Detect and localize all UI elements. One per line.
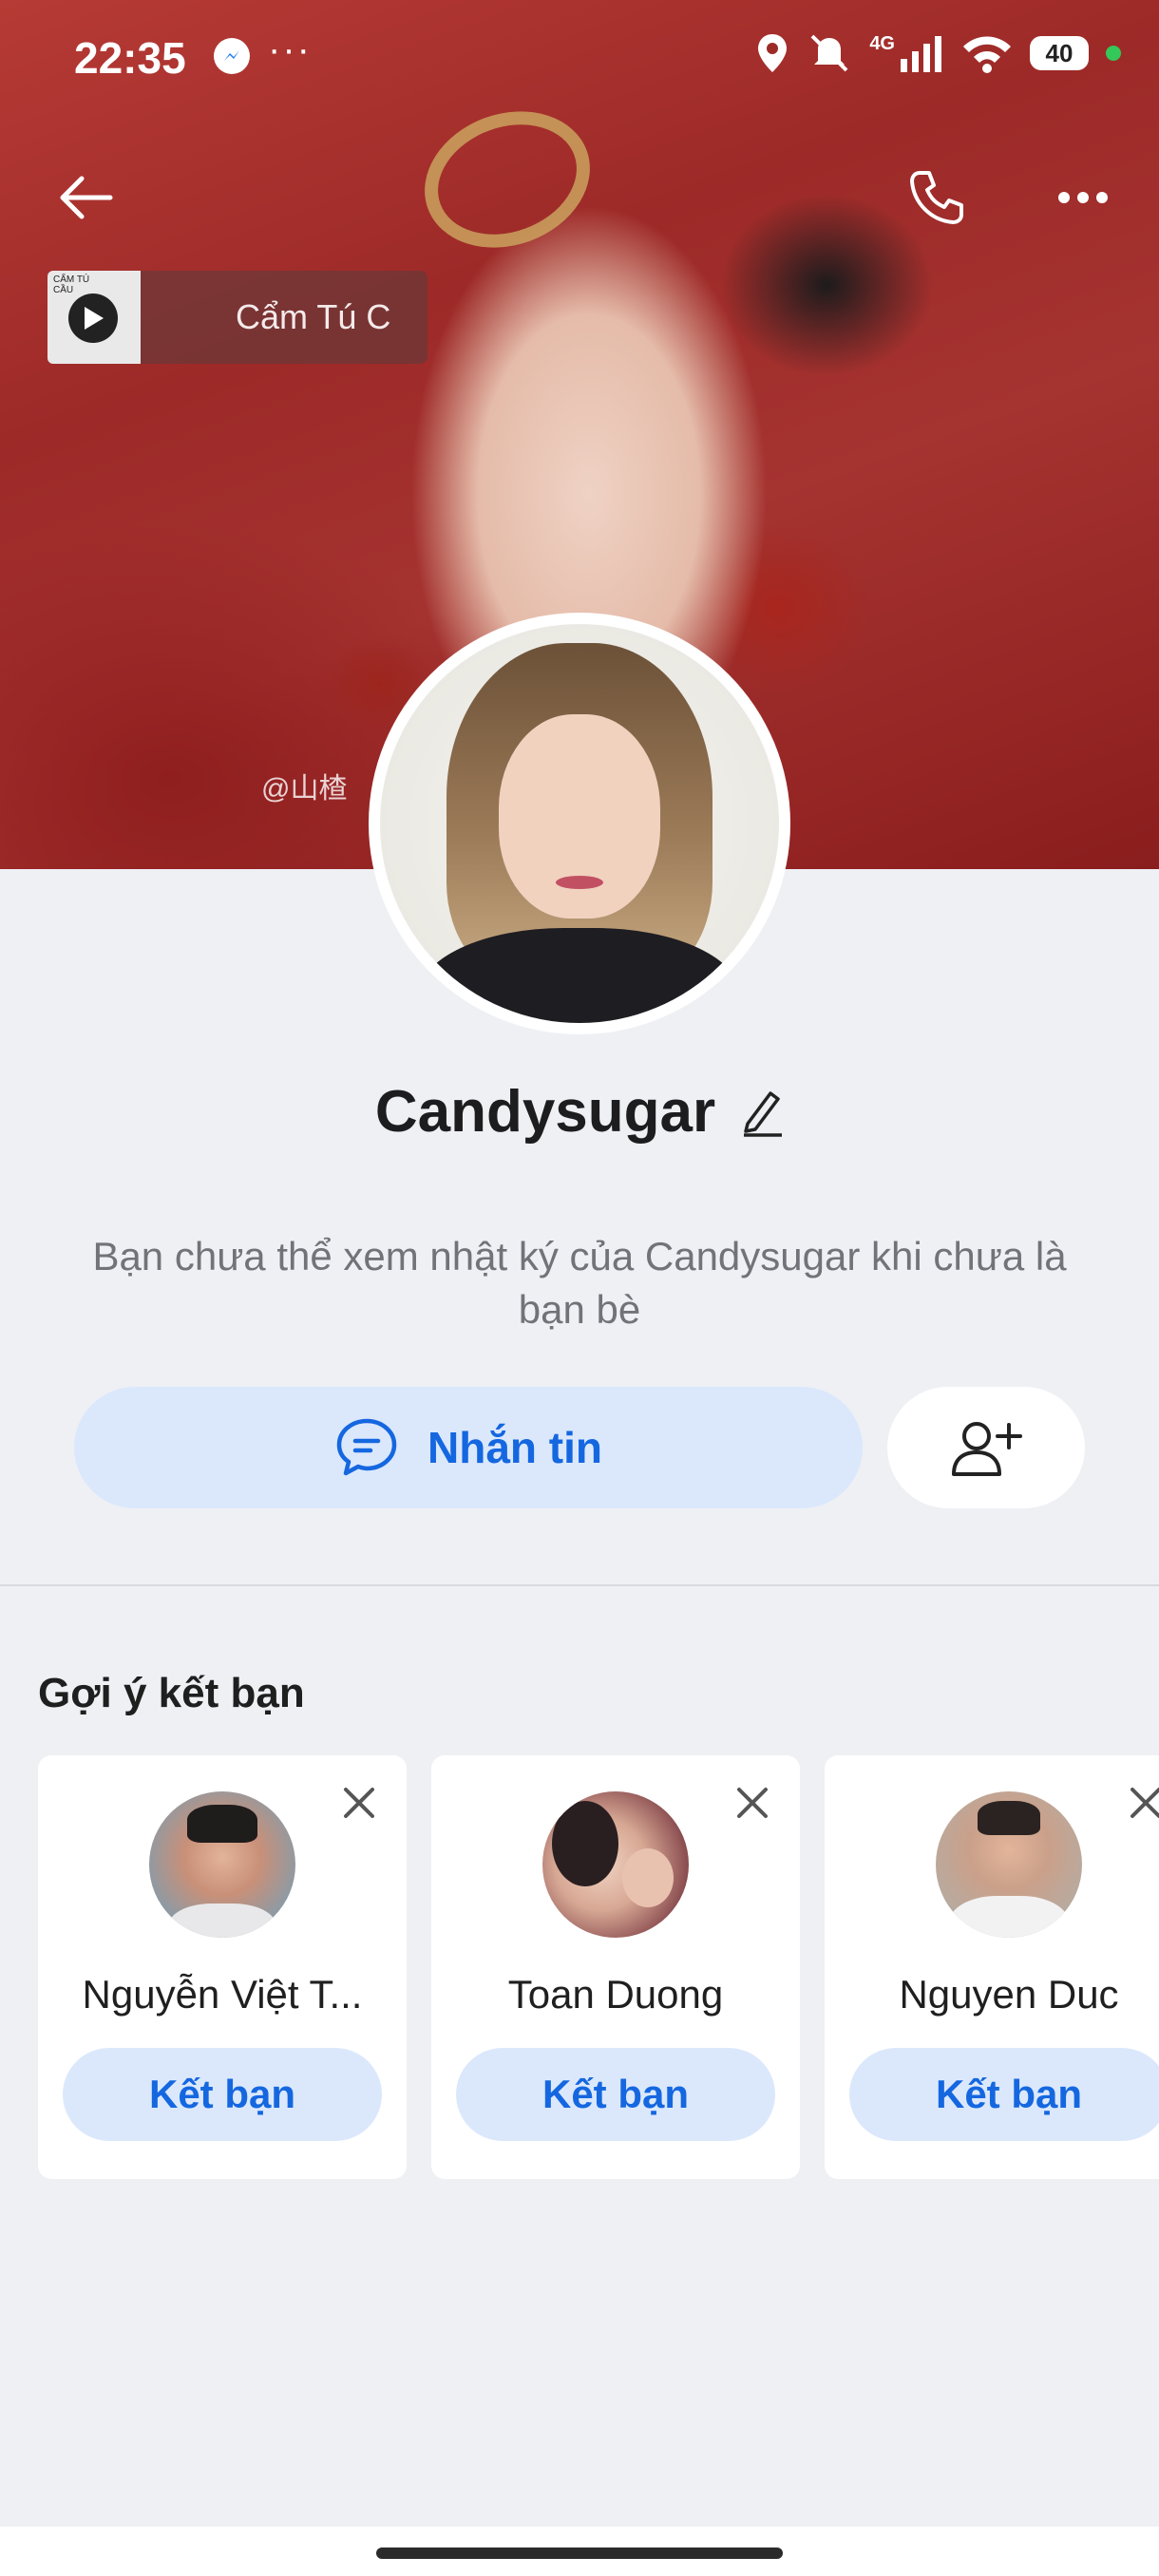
message-button[interactable]: Nhắn tin — [74, 1387, 863, 1508]
suggestion-avatar[interactable] — [936, 1791, 1082, 1938]
cover-watermark: @山楂 — [261, 773, 348, 805]
add-friend-button[interactable]: Kết bạn — [849, 2048, 1159, 2141]
music-thumb-text: CẨM TÚ CẦU — [53, 275, 90, 295]
section-divider — [0, 1584, 1159, 1586]
status-icons: 4G 40 — [755, 32, 1121, 74]
suggestion-name: Toan Duong — [507, 1972, 724, 2017]
play-icon[interactable] — [68, 294, 118, 343]
mute-icon — [810, 34, 848, 72]
chat-bubble-icon — [336, 1418, 397, 1476]
add-friend-button[interactable]: Kết bạn — [456, 2048, 775, 2141]
friend-suggestions-list[interactable]: Nguyễn Việt T... Kết bạn Toan Duong Kết … — [38, 1755, 1159, 2179]
wifi-icon — [963, 36, 1011, 73]
dismiss-icon[interactable] — [340, 1784, 378, 1822]
privacy-dot — [1106, 46, 1121, 61]
suggestion-name: Nguyen Duc — [899, 1972, 1119, 2017]
music-title: Cẩm Tú C — [236, 297, 391, 336]
profile-name: Candysugar — [374, 1079, 716, 1145]
signal-icon — [901, 36, 941, 72]
profile-name-row: Candysugar — [0, 1078, 1159, 1146]
dismiss-icon[interactable] — [1127, 1784, 1159, 1822]
cover-ring-decoration — [405, 88, 610, 271]
suggestion-avatar[interactable] — [542, 1791, 689, 1938]
message-button-label: Nhắn tin — [428, 1423, 602, 1472]
suggestion-card[interactable]: Nguyen Duc Kết bạn — [825, 1755, 1159, 2179]
profile-avatar[interactable] — [369, 613, 790, 1034]
network-type: 4G — [869, 32, 895, 54]
suggestions-title: Gợi ý kết bạn — [38, 1670, 305, 1716]
add-user-icon — [952, 1422, 1022, 1476]
back-button[interactable] — [49, 161, 122, 234]
profile-music-chip[interactable]: CẨM TÚ CẦU Cẩm Tú C — [48, 271, 428, 364]
location-icon — [758, 34, 788, 72]
suggestion-card[interactable]: Toan Duong Kết bạn — [431, 1755, 800, 2179]
status-more-icon: ··· — [268, 28, 312, 70]
avatar-photo — [380, 624, 779, 1023]
music-thumbnail: CẨM TÚ CẦU — [48, 271, 141, 364]
suggestion-avatar[interactable] — [149, 1791, 295, 1938]
home-indicator[interactable] — [376, 2548, 783, 2559]
phone-icon — [910, 171, 963, 224]
messenger-icon — [214, 38, 250, 74]
call-button[interactable] — [901, 161, 973, 234]
diary-privacy-note: Bạn chưa thể xem nhật ký của Candysugar … — [92, 1234, 1067, 1332]
add-friend-button[interactable] — [887, 1387, 1085, 1508]
back-arrow-icon — [60, 176, 113, 219]
edit-pencil-icon[interactable] — [740, 1088, 784, 1137]
status-time: 22:35 — [74, 33, 186, 83]
more-options-button[interactable] — [1047, 161, 1119, 234]
dismiss-icon[interactable] — [733, 1784, 771, 1822]
status-bar: 22:35 ··· 4G 40 — [0, 0, 1159, 114]
suggestion-name: Nguyễn Việt T... — [82, 1972, 363, 2017]
battery-icon: 40 — [1030, 36, 1089, 70]
add-friend-button[interactable]: Kết bạn — [63, 2048, 382, 2141]
more-icon — [1058, 192, 1108, 203]
suggestion-card[interactable]: Nguyễn Việt T... Kết bạn — [38, 1755, 407, 2179]
